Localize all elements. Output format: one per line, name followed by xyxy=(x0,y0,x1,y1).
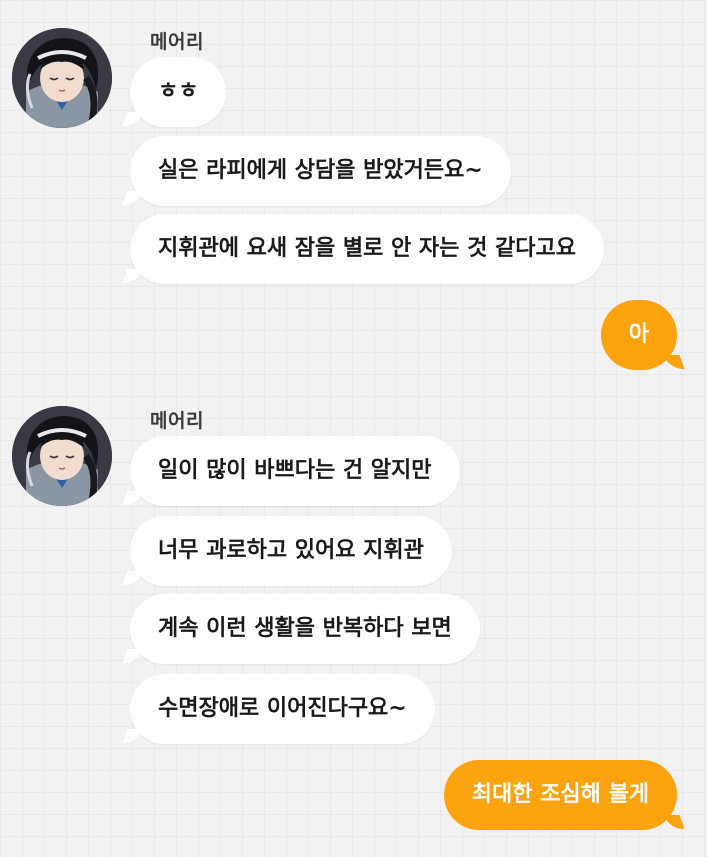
message-bubble: 지휘관에 요새 잠을 별로 안 자는 것 같다고요 xyxy=(130,214,604,284)
sender-avatar[interactable] xyxy=(12,406,112,506)
reply-bubble: 최대한 조심해 볼게 xyxy=(443,760,677,830)
message-bubble: ㅎㅎ xyxy=(130,57,227,127)
message-bubble: 너무 과로하고 있어요 지휘관 xyxy=(130,516,452,586)
sender-name: 메어리 xyxy=(150,410,204,432)
sender-avatar[interactable] xyxy=(12,28,112,128)
message-bubble: 일이 많이 바쁘다는 건 알지만 xyxy=(130,436,460,506)
message-bubble: 실은 라피에게 상담을 받았거든요~ xyxy=(130,136,511,206)
message-bubble: 계속 이런 생활을 반복하다 보면 xyxy=(130,594,480,664)
message-bubble: 수면장애로 이어진다구요~ xyxy=(130,674,435,744)
reply-bubble: 아 xyxy=(600,300,677,370)
character-portrait-icon xyxy=(12,28,112,128)
sender-name: 메어리 xyxy=(150,31,204,53)
character-portrait-icon xyxy=(12,406,112,506)
